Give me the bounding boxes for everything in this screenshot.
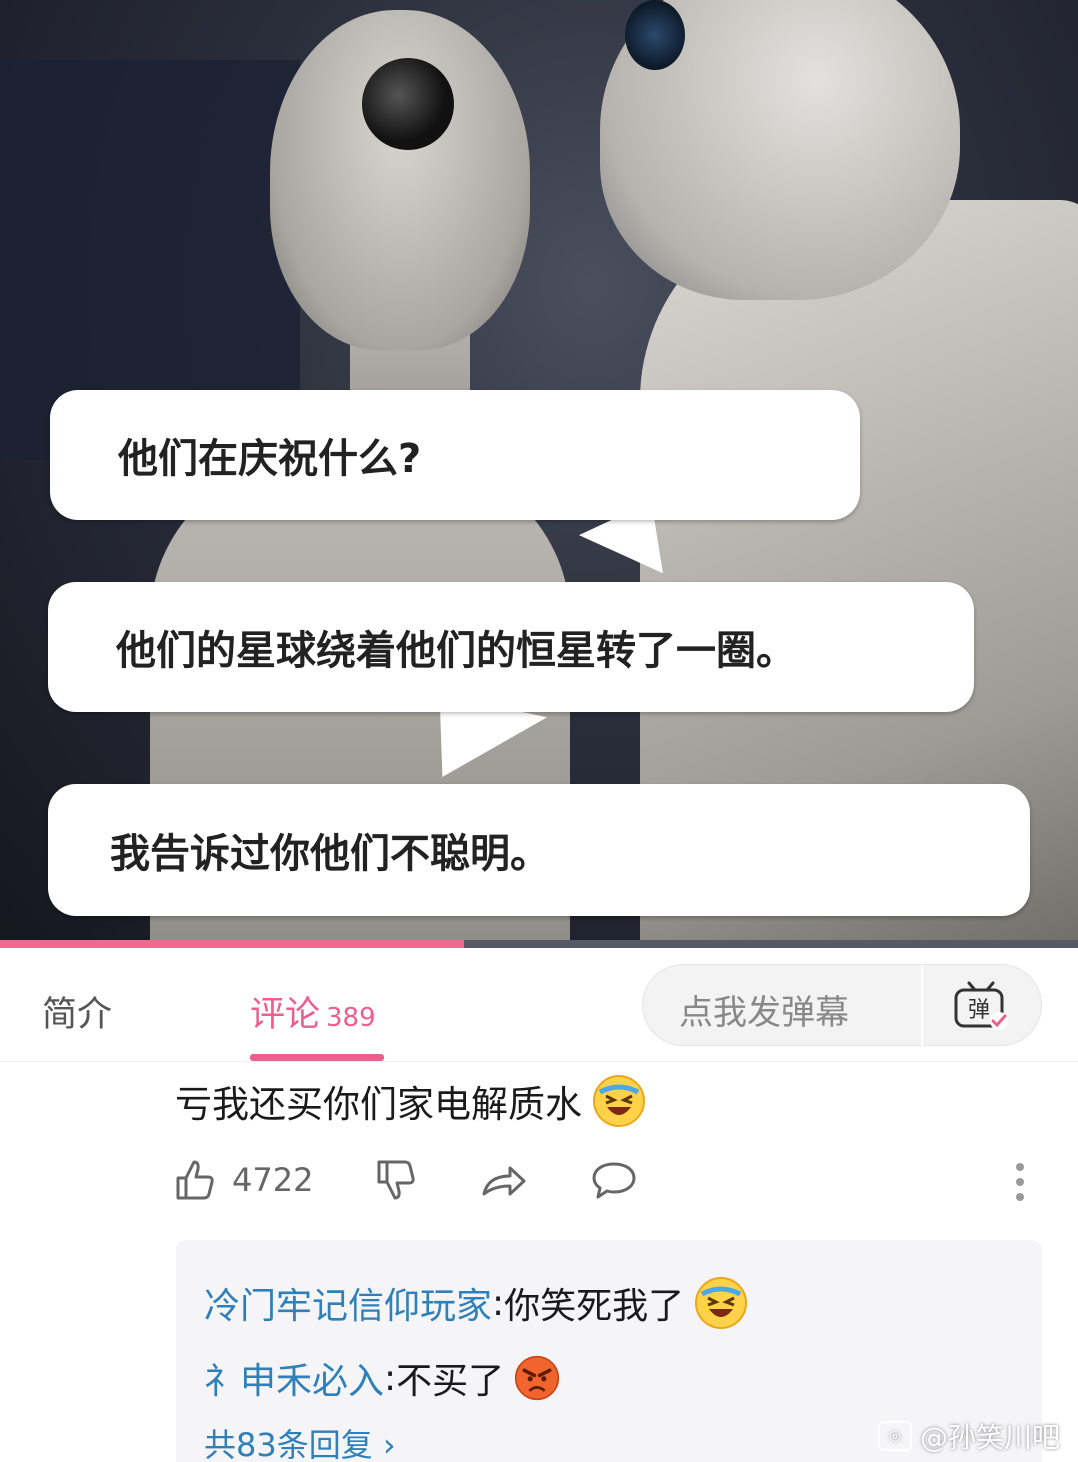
comments-count: 389 — [326, 1003, 376, 1033]
reply-button[interactable] — [590, 1158, 638, 1202]
comment-body: 亏我还买你们家电解质水 — [175, 1083, 582, 1126]
tab-intro-label: 简介 — [42, 995, 113, 1035]
reply-item[interactable]: 礻申禾必入: 不买了 — [204, 1352, 560, 1404]
tab-bar: 简介 评论 389 点我发弹幕 弹 — [0, 948, 1078, 1062]
speech-bubble-2: 他们的星球绕着他们的恒星转了一圈。 — [48, 582, 974, 712]
share-icon — [482, 1166, 526, 1196]
tab-comments[interactable]: 评论 389 — [250, 986, 376, 1037]
speech-bubble-1: 他们在庆祝什么? — [50, 390, 860, 520]
reply-separator: : — [492, 1282, 505, 1324]
thumbs-down-icon — [377, 1160, 415, 1200]
danmaku-toggle-icon[interactable]: 弹 — [953, 981, 1009, 1031]
reply-text: 不买了 — [396, 1361, 505, 1402]
angry-emoji — [515, 1355, 560, 1401]
thumbs-up-icon — [176, 1160, 214, 1200]
danmaku-input[interactable]: 点我发弹幕 弹 — [642, 964, 1042, 1047]
like-count: 4722 — [232, 1161, 314, 1199]
reply-item[interactable]: 冷门牢记信仰玩家: 你笑死我了 — [204, 1276, 748, 1330]
video-player[interactable]: 他们在庆祝什么? 他们的星球绕着他们的恒星转了一圈。 我告诉过你他们不聪明。 — [0, 0, 1078, 948]
danmaku-placeholder: 点我发弹幕 — [679, 993, 849, 1033]
video-progress-fill — [0, 940, 464, 948]
tab-intro[interactable]: 简介 — [42, 986, 112, 1037]
speech-bubble-3: 我告诉过你他们不聪明。 — [48, 784, 1030, 916]
reply-username[interactable]: 礻申禾必入 — [204, 1352, 384, 1404]
comment-actions: 4722 — [170, 1158, 1050, 1214]
speech-text: 他们的星球绕着他们的恒星转了一圈。 — [116, 628, 796, 674]
speech-text: 我告诉过你他们不聪明。 — [110, 831, 550, 877]
reply-separator: : — [384, 1357, 397, 1399]
view-all-replies-link[interactable]: 共83条回复 › — [204, 1420, 396, 1462]
reply-text: 你笑死我了 — [504, 1286, 685, 1327]
laughing-crying-emoji — [593, 1075, 645, 1127]
comment-bubble-icon — [592, 1162, 636, 1199]
like-button[interactable]: 4722 — [174, 1158, 313, 1202]
watermark: ◎ @孙笑川吧 — [878, 1416, 1060, 1456]
share-button[interactable] — [480, 1158, 528, 1202]
alien-right-eye — [625, 0, 685, 70]
weibo-logo-icon: ◎ — [878, 1421, 912, 1451]
watermark-text: @孙笑川吧 — [920, 1421, 1061, 1454]
laughing-crying-emoji — [695, 1277, 748, 1329]
danmaku-divider — [921, 965, 923, 1047]
tab-comments-label: 评论 — [250, 995, 321, 1035]
more-options-button[interactable] — [1010, 1158, 1030, 1202]
dislike-button[interactable] — [375, 1158, 419, 1204]
reply-username[interactable]: 冷门牢记信仰玩家 — [204, 1277, 492, 1329]
active-tab-indicator — [250, 1054, 384, 1061]
comment-text: 亏我还买你们家电解质水 — [175, 1074, 646, 1128]
svg-text:弹: 弹 — [968, 998, 990, 1023]
alien-left-eye — [362, 58, 454, 150]
more-vertical-icon — [1016, 1163, 1024, 1201]
speech-text: 他们在庆祝什么? — [118, 436, 422, 482]
